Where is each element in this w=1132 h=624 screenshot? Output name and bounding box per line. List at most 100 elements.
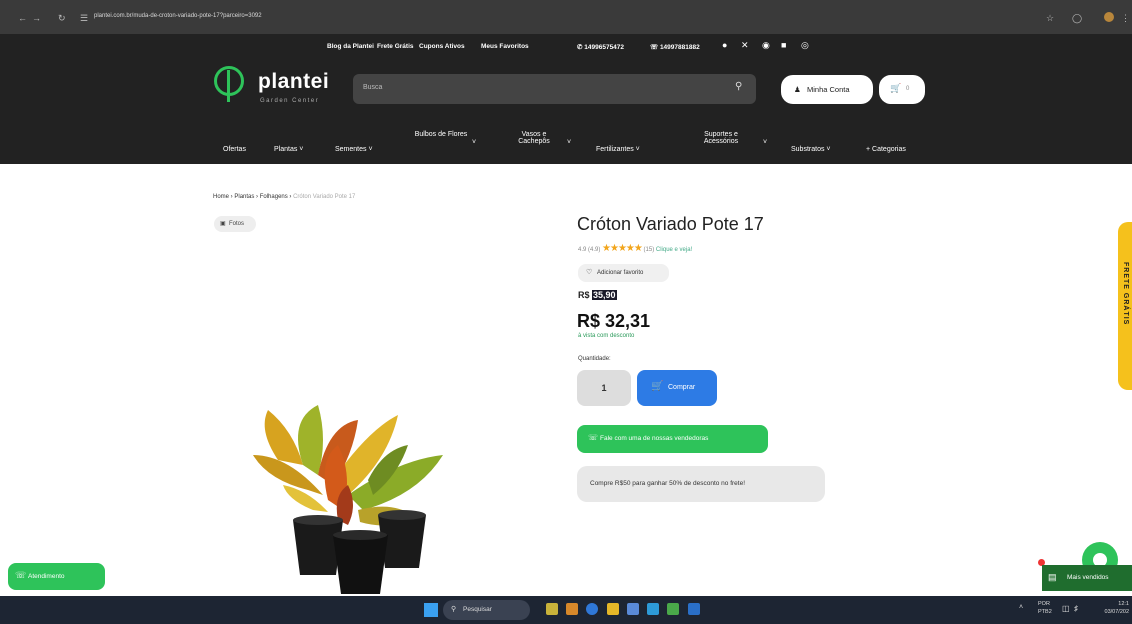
account-button[interactable]: ♟ Minha Conta — [781, 75, 873, 104]
clock[interactable]: 12:1 03/07/202 — [1096, 600, 1129, 616]
user-icon: ♟ — [794, 85, 801, 94]
profile-avatar-icon[interactable] — [1104, 12, 1114, 22]
cart-icon: 🛒 — [651, 381, 664, 392]
clock-date: 03/07/202 — [1104, 609, 1129, 615]
phone-number-1: 14996575472 — [584, 44, 625, 51]
taskbar-search[interactable]: ⚲ Pesquisar — [443, 600, 530, 620]
buy-label: Comprar — [668, 384, 696, 391]
promo-text: Compre R$50 para ganhar 50% de desconto … — [590, 480, 746, 487]
rating: 4.9 (4.9) ★★★★★ (15) Clique e veja! — [578, 243, 692, 254]
menu-bulbos[interactable]: Bulbos de Flores — [412, 131, 470, 138]
instagram-icon[interactable]: ◎ — [801, 40, 809, 51]
widgets-icon[interactable] — [546, 603, 558, 615]
search-input[interactable]: Busca — [353, 74, 756, 104]
menu-sementes-label: Sementes — [335, 146, 367, 153]
add-favorite-button[interactable]: ♡ Adicionar favorito — [578, 264, 669, 282]
menu-substratos[interactable]: Substratos ˅ — [791, 146, 831, 153]
site-header: Blog da Plantei Frete Grátis Cupons Ativ… — [0, 34, 1132, 164]
whatsapp-seller-button[interactable]: ☏ Fale com uma de nossas vendedoras — [577, 425, 768, 453]
forward-arrow-icon[interactable]: → — [32, 13, 41, 23]
youtube-icon[interactable]: ■ — [781, 40, 786, 50]
app-icon[interactable] — [688, 603, 700, 615]
phone-number-2: 14997881882 — [659, 44, 700, 51]
whatsapp-icon: ☏ — [588, 433, 599, 442]
photos-button[interactable]: ▣ Fotos — [214, 216, 256, 232]
breadcrumb-folhagens[interactable]: Folhagens — [260, 194, 288, 200]
clock-time: 12:1 — [1118, 601, 1129, 607]
mais-vendidos-label: Mais vendidos — [1067, 574, 1109, 581]
toplink-favoritos[interactable]: Meus Favoritos — [481, 43, 529, 50]
phone-link-1[interactable]: ✆ 14996575472 — [577, 43, 624, 51]
back-arrow-icon[interactable]: ← — [18, 13, 27, 23]
calendar-icon: ▤ — [1048, 572, 1057, 582]
menu-vasos[interactable]: Vasos e Cachepôs — [510, 131, 558, 145]
site-info-icon[interactable]: ☰ — [80, 13, 88, 24]
toplink-frete-gratis[interactable]: Frete Grátis — [377, 43, 414, 50]
atendimento-button[interactable]: ☏ Atendimento — [8, 563, 105, 590]
cart-count: 0 — [906, 86, 910, 92]
menu-sementes[interactable]: Sementes ˅ — [335, 146, 373, 153]
star-rating-icon: ★★★★★ — [602, 243, 643, 254]
mais-vendidos-button[interactable]: ▤ Mais vendidos — [1042, 565, 1132, 591]
breadcrumb-home[interactable]: Home — [213, 194, 229, 200]
quantity-label: Quantidade: — [578, 356, 611, 362]
bookmark-star-icon[interactable]: ☆ — [1046, 13, 1054, 24]
rating-link[interactable]: Clique e veja! — [656, 247, 692, 253]
breadcrumb-plantas[interactable]: Plantas — [234, 194, 254, 200]
browser-menu-icon[interactable]: ⋮ — [1121, 13, 1130, 24]
app-icon[interactable] — [566, 603, 578, 615]
old-price-value: 35,90 — [592, 290, 617, 300]
menu-fertilizantes-label: Fertilizantes — [596, 146, 634, 153]
product-title: Cróton Variado Pote 17 — [577, 214, 764, 234]
language-indicator[interactable]: POR PTB2 — [1038, 600, 1052, 616]
app-icon[interactable] — [647, 603, 659, 615]
discount-price: R$ 32,31 — [577, 311, 651, 331]
browser-toolbar: ← → ↻ ☰ plantei.com.br/muda-de-croton-va… — [0, 0, 1132, 34]
file-explorer-icon[interactable] — [607, 603, 619, 615]
taskbar: ⚲ Pesquisar ˄ POR PTB2 ◫ ♯ 12:1 03/07/20… — [0, 596, 1132, 624]
photos-label: Fotos — [229, 221, 245, 227]
rating-count: (15) — [643, 247, 655, 253]
logo-stem — [227, 70, 230, 102]
chrome-icon[interactable] — [586, 603, 598, 615]
pinterest-icon[interactable]: ◉ — [762, 40, 770, 51]
taskbar-search-label: Pesquisar — [463, 606, 492, 613]
whatsapp-link[interactable]: ☏ 14997881882 — [650, 43, 700, 51]
address-bar[interactable]: plantei.com.br/muda-de-croton-variado-po… — [94, 13, 262, 19]
menu-mais-categorias[interactable]: + Categorias — [866, 146, 906, 153]
product-image[interactable] — [248, 400, 448, 596]
facebook-icon[interactable]: ● — [722, 40, 727, 50]
menu-suportes[interactable]: Suportes e Acessórios — [695, 131, 747, 145]
x-twitter-icon[interactable]: ✕ — [741, 40, 749, 51]
menu-ofertas[interactable]: Ofertas — [223, 146, 246, 153]
search-icon[interactable]: ⚲ — [735, 81, 742, 92]
atendimento-label: Atendimento — [28, 573, 65, 580]
search-icon: ⚲ — [451, 606, 457, 613]
menu-fertilizantes[interactable]: Fertilizantes ˅ — [596, 146, 640, 153]
volume-icon[interactable]: ♯ — [1074, 604, 1078, 613]
windows-start-icon[interactable] — [424, 603, 438, 617]
menu-plantas-label: Plantas — [274, 146, 298, 153]
network-icon[interactable]: ◫ — [1062, 604, 1070, 613]
logo-text[interactable]: plantei — [258, 70, 329, 94]
black-pots — [293, 510, 426, 594]
search-placeholder: Busca — [363, 84, 383, 91]
quantity-input[interactable]: 1 — [577, 370, 631, 406]
frete-gratis-tab[interactable]: FRETE GRÁTIS — [1118, 222, 1132, 390]
menu-plantas[interactable]: Plantas ˅ — [274, 146, 303, 153]
buy-button[interactable]: 🛒 Comprar — [637, 370, 717, 406]
toplink-blog[interactable]: Blog da Plantei — [327, 43, 374, 50]
reload-icon[interactable]: ↻ — [58, 13, 66, 24]
chevron-down-icon: ˅ — [567, 139, 572, 146]
shipping-promo: Compre R$50 para ganhar 50% de desconto … — [577, 466, 825, 502]
toplink-cupons[interactable]: Cupons Ativos — [419, 43, 465, 50]
cart-button[interactable]: 🛒 0 — [879, 75, 925, 104]
extensions-icon[interactable]: ◯ — [1072, 13, 1082, 24]
favorite-label: Adicionar favorito — [597, 270, 644, 276]
app-icon[interactable] — [667, 603, 679, 615]
old-price-currency: R$ — [578, 290, 590, 300]
chevron-up-icon[interactable]: ˄ — [1019, 604, 1023, 611]
app-icon[interactable] — [627, 603, 639, 615]
frete-gratis-label: FRETE GRÁTIS — [1122, 262, 1129, 326]
heart-icon: ♡ — [586, 269, 593, 276]
